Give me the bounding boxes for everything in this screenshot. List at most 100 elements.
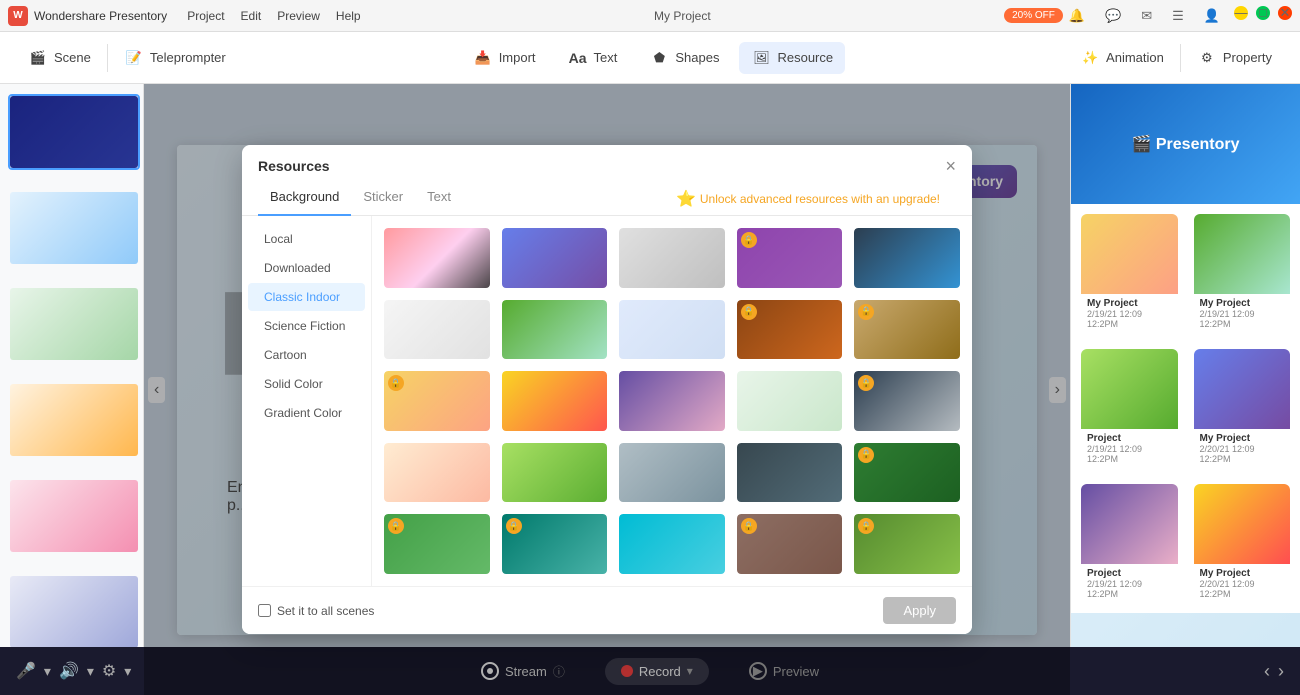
resource-white-lecture[interactable]: White Lecture Hall	[382, 298, 492, 362]
cat-solid-color[interactable]: Solid Color	[248, 370, 365, 398]
rp-slide-2[interactable]: My Project 2/19/21 12:09 12:2PM	[1194, 214, 1291, 333]
slide-item-2[interactable]	[8, 190, 140, 266]
cat-local[interactable]: Local	[248, 225, 365, 253]
resource-cyan[interactable]	[617, 512, 727, 576]
mic-dropdown[interactable]: ▾	[44, 663, 51, 680]
slide-item-4[interactable]	[8, 382, 140, 458]
resource-meeting-room[interactable]: Meeting Room	[735, 369, 845, 433]
resource-green2[interactable]: 🔒	[852, 512, 962, 576]
animation-icon: ✨	[1080, 48, 1100, 68]
toolbar-import[interactable]: 📥 Import	[461, 42, 548, 74]
toolbar-resource[interactable]: 🖼 Resource	[739, 42, 845, 74]
slide-item-1[interactable]	[8, 94, 140, 170]
resource-thumb-yellow-bookshelf	[502, 371, 608, 433]
toolbar-teleprompter[interactable]: 📝 Teleprompter	[112, 42, 238, 74]
nav-prev-button[interactable]: ‹	[1264, 661, 1270, 682]
nav-controls: ‹ ›	[1264, 661, 1284, 682]
settings-button[interactable]: ⚙	[102, 661, 116, 681]
resource-thumb-pink-studio	[384, 228, 490, 290]
toolbar-text[interactable]: Aa Text	[556, 42, 630, 74]
volume-button[interactable]: 🔊	[59, 661, 79, 681]
resource-leaves[interactable]: Leaves	[500, 298, 610, 362]
resource-blue-lecture[interactable]: Blue Lecture Hall	[500, 226, 610, 290]
menu-preview[interactable]: Preview	[277, 9, 320, 23]
tab-sticker[interactable]: Sticker	[351, 183, 415, 216]
resource-bookshelf-yellow[interactable]: 🔒 Bookshelf With Yellow Soft...	[382, 369, 492, 433]
toolbar-scene[interactable]: 🎬 Scene	[16, 42, 103, 74]
dialog-footer: Set it to all scenes Apply	[242, 586, 972, 634]
rp-slide-5[interactable]: Project 2/19/21 12:09 12:2PM	[1081, 484, 1178, 603]
system-icon-msg[interactable]: 💬	[1099, 6, 1127, 26]
toolbar-shapes[interactable]: ⬟ Shapes	[637, 42, 731, 74]
rp-slide-title-2: My Project	[1200, 298, 1285, 309]
rp-slide-6[interactable]: My Project 2/20/21 12:09 12:2PM	[1194, 484, 1291, 603]
slide-item-6[interactable]	[8, 574, 140, 650]
rp-slide-date-4: 2/20/21 12:09 12:2PM	[1200, 444, 1285, 464]
slide-thumb-3	[10, 288, 138, 360]
resource-lattice[interactable]: 🔒 Lattice bookshelf	[852, 298, 962, 362]
resource-thumb-meeting	[737, 371, 843, 433]
cat-science-fiction[interactable]: Science Fiction	[248, 312, 365, 340]
apply-button[interactable]: Apply	[883, 597, 956, 624]
resource-modern-working[interactable]: Modern Working Desk	[617, 441, 727, 505]
dialog-close-button[interactable]: ×	[945, 157, 956, 175]
resource-modern-classroom-1[interactable]: Modern Classroom	[617, 226, 727, 290]
window-title: My Project	[361, 9, 1004, 23]
nav-next-button[interactable]: ›	[1278, 661, 1284, 682]
rp-slide-date-3: 2/19/21 12:09 12:2PM	[1087, 444, 1172, 464]
tab-text[interactable]: Text	[415, 183, 463, 216]
toolbar-animation[interactable]: ✨ Animation	[1068, 42, 1176, 74]
slide-item-5[interactable]	[8, 478, 140, 554]
menu-help[interactable]: Help	[336, 9, 361, 23]
resource-white-hallway[interactable]: White Hallway	[382, 441, 492, 505]
set-all-scenes-input[interactable]	[258, 604, 271, 617]
resource-modern-classroom-3[interactable]: Modern Classroom	[500, 441, 610, 505]
cat-classic-indoor[interactable]: Classic Indoor	[248, 283, 365, 311]
window-controls: 🔔 💬 ✉ ☰ 👤 — □ ✕	[1063, 6, 1292, 26]
resource-thumb-modern-classroom-1	[619, 228, 725, 290]
mic-button[interactable]: 🎤	[16, 661, 36, 681]
slide-wrapper-6: 6	[0, 564, 143, 660]
lock-icon-lattice: 🔒	[858, 304, 874, 320]
toolbar-center-items: 📥 Import Aa Text ⬟ Shapes 🖼 Resource	[238, 42, 1068, 74]
cat-cartoon[interactable]: Cartoon	[248, 341, 365, 369]
slide-item-3[interactable]	[8, 286, 140, 362]
rp-slide-1[interactable]: My Project 2/19/21 12:09 12:2PM	[1081, 214, 1178, 333]
toolbar-property[interactable]: ⚙ Property	[1185, 42, 1284, 74]
resource-working-desk[interactable]: 🔒 Working Desk With Black ...	[852, 369, 962, 433]
resource-purple-lecture[interactable]: 🔒 Purple Lecture Hall	[735, 226, 845, 290]
system-icon-avatar[interactable]: 👤	[1198, 6, 1226, 26]
shapes-icon: ⬟	[649, 48, 669, 68]
menu-project[interactable]: Project	[187, 9, 224, 23]
tab-background[interactable]: Background	[258, 183, 351, 216]
resource-yellow-bookshelf[interactable]: Yellow BookShelf	[500, 369, 610, 433]
system-icon-bell[interactable]: 🔔	[1063, 6, 1091, 26]
maximize-button[interactable]: □	[1256, 6, 1270, 20]
resource-pink-studio[interactable]: Pink Studio	[382, 226, 492, 290]
cat-downloaded[interactable]: Downloaded	[248, 254, 365, 282]
resource-white-framed[interactable]: White Framed Chalkboard	[735, 441, 845, 505]
settings-dropdown[interactable]: ▾	[124, 663, 131, 680]
resource-window-shadow[interactable]: Window Shadow	[617, 298, 727, 362]
minimize-button[interactable]: —	[1234, 6, 1248, 20]
system-icon-menu[interactable]: ☰	[1166, 6, 1190, 26]
resource-modern-classroom-2[interactable]: Modern Classroom	[852, 226, 962, 290]
volume-dropdown[interactable]: ▾	[87, 663, 94, 680]
cat-gradient-color[interactable]: Gradient Color	[248, 399, 365, 427]
close-button[interactable]: ✕	[1278, 6, 1292, 20]
resource-blackboard[interactable]: 🔒 Blackboard	[852, 441, 962, 505]
system-icon-email[interactable]: ✉	[1135, 6, 1158, 26]
rp-slide-4[interactable]: My Project 2/20/21 12:09 12:2PM	[1194, 349, 1291, 468]
star-icon: ⭐	[676, 189, 696, 209]
set-all-scenes-checkbox[interactable]: Set it to all scenes	[258, 604, 374, 618]
resource-grass[interactable]: 🔒	[382, 512, 492, 576]
resource-old-library[interactable]: 🔒 Old Library	[735, 298, 845, 362]
resource-bookshelf[interactable]: Bookshelf	[617, 369, 727, 433]
menu-edit[interactable]: Edit	[241, 9, 262, 23]
resource-wood[interactable]: 🔒	[735, 512, 845, 576]
rp-slide-3[interactable]: Project 2/19/21 12:09 12:2PM	[1081, 349, 1178, 468]
app-logo: W	[8, 6, 28, 26]
upgrade-link[interactable]: Unlock advanced resources with an upgrad…	[700, 192, 940, 206]
resource-teal[interactable]: 🔒	[500, 512, 610, 576]
shapes-label: Shapes	[675, 50, 719, 65]
